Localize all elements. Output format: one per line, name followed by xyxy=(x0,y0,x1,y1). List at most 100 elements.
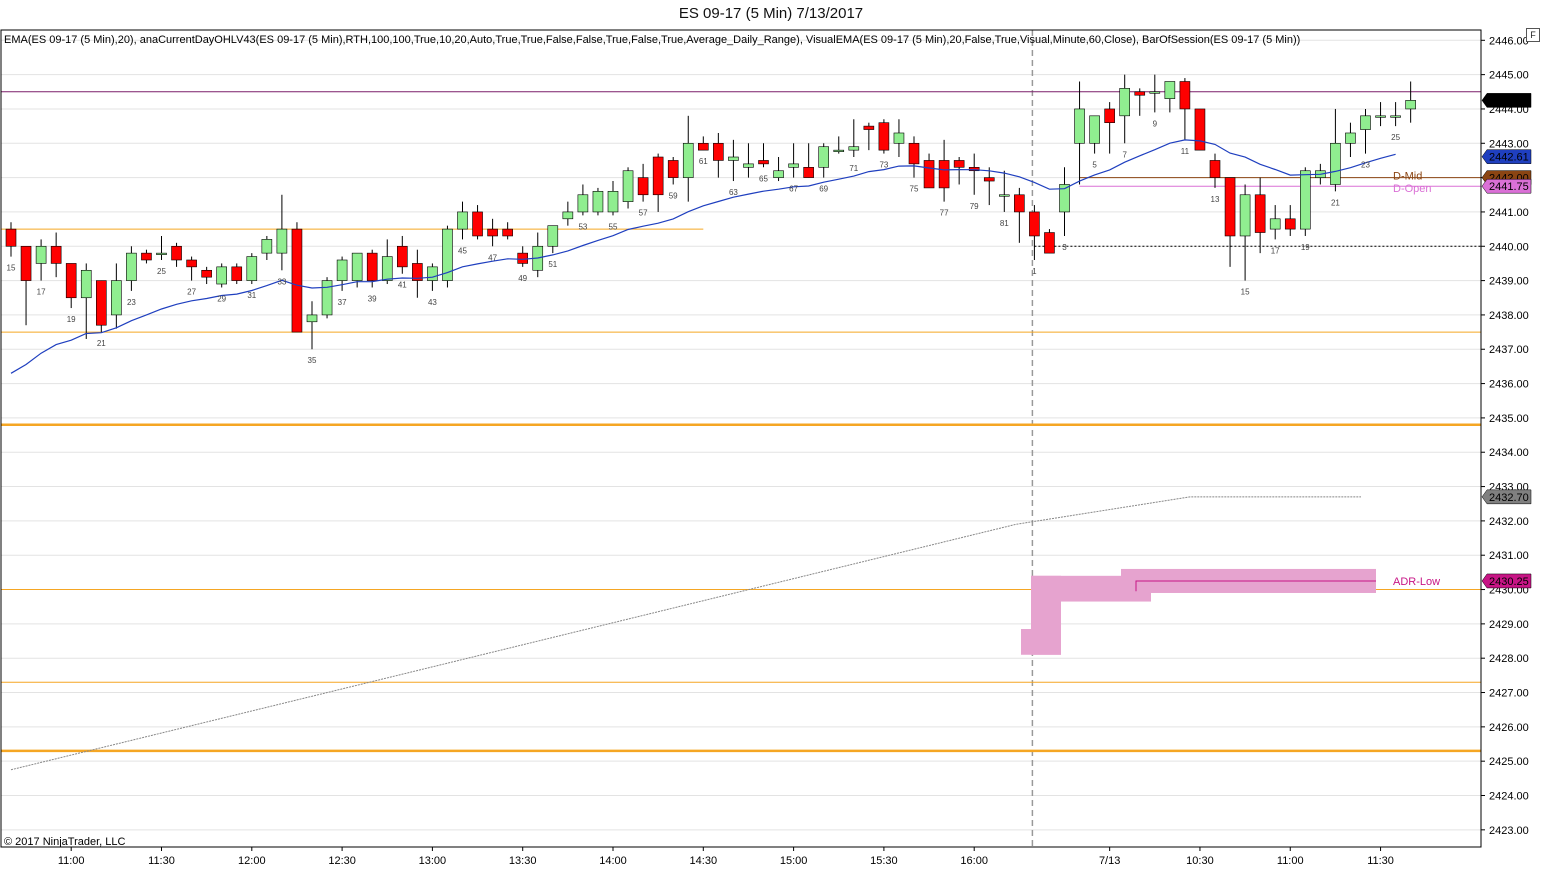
candle-body-up xyxy=(592,191,604,213)
candle xyxy=(261,235,273,260)
ema-line xyxy=(10,139,1396,374)
bar-number: 33 xyxy=(277,277,286,286)
bar-number: 65 xyxy=(759,174,768,183)
candle xyxy=(667,157,679,185)
bar-number: 79 xyxy=(970,202,979,211)
price-chart[interactable]: 1517192123252729 31333537 3941434547495153… xyxy=(0,0,1542,893)
candle-body-up xyxy=(336,259,348,281)
candle-body-up xyxy=(1300,170,1311,230)
candle xyxy=(186,256,197,281)
price-axis-label: 2446.00 xyxy=(1489,35,1529,47)
price-axis-label: 2438.00 xyxy=(1489,310,1529,322)
bar-number: 77 xyxy=(940,209,949,218)
panel-badge[interactable]: F xyxy=(1526,28,1540,42)
candle-body-up xyxy=(1164,81,1176,99)
price-axis-label: 2435.00 xyxy=(1489,413,1529,425)
candle-body-down xyxy=(667,160,679,178)
candle xyxy=(1029,205,1040,260)
candle xyxy=(577,184,589,216)
candle-body-up xyxy=(1239,194,1251,237)
candle xyxy=(562,201,574,226)
candle-body-up xyxy=(80,269,92,299)
candle xyxy=(1239,184,1251,281)
candle-body-down xyxy=(1134,91,1146,96)
bar-number: 17 xyxy=(1271,246,1280,255)
bar-number: 11 xyxy=(1181,147,1190,156)
price-axis-label: 2439.00 xyxy=(1489,276,1529,288)
bar-number: 23 xyxy=(127,298,136,307)
candle-body-down xyxy=(517,252,529,264)
time-axis-label: 11:00 xyxy=(1277,855,1304,867)
candle-body-down xyxy=(5,228,17,247)
candle-body-up xyxy=(998,194,1010,197)
price-tag: 2442.61 xyxy=(1481,149,1532,164)
candle xyxy=(141,249,152,264)
candle xyxy=(908,136,920,178)
candle xyxy=(968,153,980,195)
candle xyxy=(246,253,258,285)
price-tag: 2430.25 xyxy=(1481,573,1532,589)
price-axis-label: 2432.00 xyxy=(1489,516,1529,528)
candle xyxy=(547,225,559,254)
bar-number: 7 xyxy=(1122,150,1127,159)
price-tags: D-MidD-OpenADR-Low2444.252442.612442.002… xyxy=(1393,93,1532,589)
candle-body-down xyxy=(291,228,303,333)
bar-number: 55 xyxy=(609,222,618,231)
time-axis-label: 16:00 xyxy=(960,855,988,867)
time-axis-label: 14:00 xyxy=(599,855,627,867)
candle-body-up xyxy=(1330,142,1341,185)
bar-number: 57 xyxy=(639,209,648,218)
candle xyxy=(517,246,529,267)
candle-body-up xyxy=(547,225,559,247)
candle xyxy=(713,132,724,178)
price-tag-label: 2444.25 xyxy=(1489,95,1529,107)
price-axis-label: 2426.00 xyxy=(1489,722,1529,734)
candle xyxy=(607,181,619,216)
candle xyxy=(1104,102,1115,154)
candle-body-up xyxy=(1345,132,1356,144)
candle-body-down xyxy=(366,252,378,281)
price-axis-label: 2425.00 xyxy=(1489,756,1529,768)
bar-number: 67 xyxy=(789,185,798,194)
time-axis-label: 11:30 xyxy=(148,855,175,867)
time-axis-label: 12:30 xyxy=(328,855,356,867)
candle-body-up xyxy=(1375,115,1386,118)
candle xyxy=(1194,108,1206,151)
candle-body-up xyxy=(1089,115,1100,144)
candle-body-up xyxy=(893,132,905,144)
candle-body-down xyxy=(502,228,513,237)
candle-body-down xyxy=(953,160,965,168)
price-axis-label: 2436.00 xyxy=(1489,379,1529,391)
candle xyxy=(65,263,77,309)
price-axis-label: 2434.00 xyxy=(1489,447,1529,459)
candle-body-down xyxy=(878,122,890,151)
bar-number: 19 xyxy=(67,315,76,324)
candle xyxy=(472,205,483,240)
candle-body-down xyxy=(1179,81,1191,110)
candle xyxy=(788,143,799,178)
candle-body-up xyxy=(622,170,634,202)
bar-number: 49 xyxy=(518,274,527,283)
candle xyxy=(1330,108,1341,192)
candle xyxy=(50,232,62,278)
candle-body-up xyxy=(457,211,468,230)
candle-body-up xyxy=(321,280,333,316)
price-tag-label: 2430.25 xyxy=(1489,576,1529,588)
candle xyxy=(637,163,649,202)
bar-number: 25 xyxy=(157,267,166,276)
bar-number: 23 xyxy=(1361,161,1370,170)
bar-number: 37 xyxy=(338,298,347,307)
ema-20-line xyxy=(10,139,1396,374)
bar-number: 69 xyxy=(819,185,828,194)
candle-body-down xyxy=(20,245,32,281)
price-tag: 2432.70 xyxy=(1481,489,1532,505)
time-axis-label: 7/13 xyxy=(1099,855,1120,867)
candle-body-up xyxy=(1405,100,1416,110)
time-axis-label: 13:00 xyxy=(419,855,447,867)
candle xyxy=(1254,177,1266,254)
candle xyxy=(276,194,288,271)
level-label: ADR-Low xyxy=(1393,576,1440,588)
candle-body-up xyxy=(111,280,122,316)
candle-body-up xyxy=(833,149,845,152)
time-axis-label: 14:30 xyxy=(690,855,718,867)
